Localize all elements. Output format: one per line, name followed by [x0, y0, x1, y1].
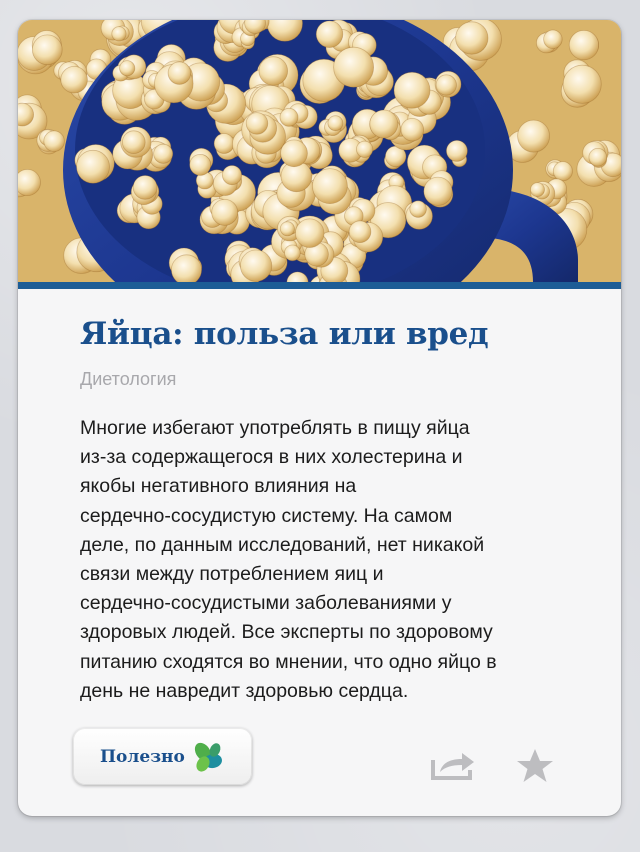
share-icon[interactable] [430, 750, 476, 780]
article-category: Диетология [80, 369, 177, 389]
popcorn-photo [18, 20, 621, 282]
article-body-line: из-за содержащегося в них холестерина и [80, 446, 463, 469]
useful-button[interactable]: Полезно [73, 728, 252, 785]
article-body-line: питанию сходятся во мнении, что одно яйц… [80, 650, 497, 673]
hero-accent-bar [18, 282, 621, 289]
article-body-line: связи между потреблением яиц и [80, 563, 384, 586]
article-body-line: сердечно-сосудистую систему. На самом [80, 504, 453, 527]
article-body-line: деле, по данным исследований, нет никако… [80, 533, 485, 556]
star-icon[interactable] [516, 748, 554, 784]
article-body-line: Многие избегают употреблять в пищу яйца [80, 417, 470, 439]
leaf-icon [194, 742, 222, 772]
article-body-line: якобы негативного влияния на [80, 475, 357, 498]
article-card: Яйца: польза или вред Диетология Многие … [18, 20, 621, 816]
useful-button-label: Полезно [100, 746, 185, 767]
article-body-line: здоровых людей. Все эксперты по здоровом… [80, 621, 493, 644]
article-body-line: день не навредит здоровью сердца. [80, 679, 409, 702]
article-body: Многие избегают употреблять в пищу яйца … [80, 414, 580, 706]
article-title: Яйца: польза или вред [80, 316, 489, 352]
article-body-line: сердечно-сосудистыми заболеваниями у [80, 592, 452, 615]
hero-image [18, 20, 621, 282]
